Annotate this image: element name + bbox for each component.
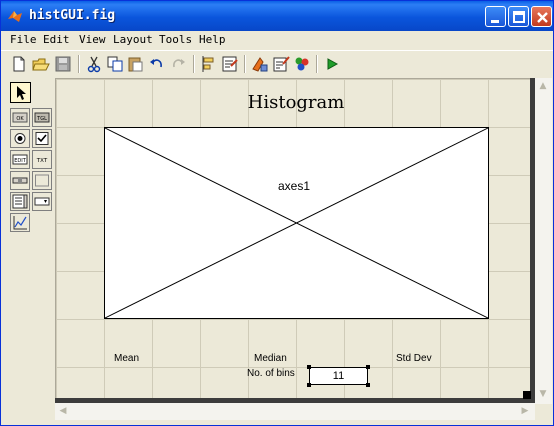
- slider-icon: [12, 177, 28, 184]
- undo-button[interactable]: [147, 54, 167, 74]
- property-inspector-button[interactable]: [292, 54, 312, 74]
- menu-editor-icon: [222, 56, 238, 72]
- selection-handle[interactable]: [366, 365, 370, 369]
- component-palette: OK TGL EDIT TXT: [8, 80, 52, 240]
- close-icon: [537, 12, 548, 23]
- checkbox-tool[interactable]: [32, 129, 52, 148]
- cut-icon: [87, 56, 101, 73]
- bins-label[interactable]: No. of bins: [247, 368, 295, 379]
- toolbar-separator: [244, 55, 246, 73]
- toggle-button-icon: TGL: [34, 112, 50, 123]
- push-button-tool[interactable]: OK: [10, 108, 30, 127]
- static-text-icon: TXT: [36, 158, 48, 164]
- save-button[interactable]: [53, 54, 73, 74]
- title-bar[interactable]: histGUI.fig: [1, 1, 553, 31]
- menu-help[interactable]: Help: [199, 33, 226, 46]
- listbox-icon: [12, 194, 28, 209]
- tab-order-icon: [252, 57, 268, 72]
- radio-button-icon: [14, 133, 26, 144]
- toolbar-separator: [193, 55, 195, 73]
- push-button-icon-label: OK: [16, 116, 24, 122]
- frame-tool[interactable]: [32, 171, 52, 190]
- maximize-icon: [513, 11, 525, 23]
- window-title: histGUI.fig: [29, 8, 116, 23]
- selection-handle[interactable]: [307, 383, 311, 387]
- menu-layout[interactable]: Layout: [113, 33, 153, 46]
- save-icon: [55, 56, 71, 72]
- maximize-button[interactable]: [508, 6, 529, 27]
- std-dev-label[interactable]: Std Dev: [396, 353, 432, 364]
- axes1-placeholder[interactable]: [104, 127, 489, 319]
- run-button[interactable]: [322, 54, 342, 74]
- align-objects-button[interactable]: [199, 54, 219, 74]
- edit-text-icon-label: EDIT: [14, 158, 26, 164]
- axes-tool[interactable]: [10, 213, 30, 232]
- listbox-tool[interactable]: [10, 192, 30, 211]
- edit-text-icon: EDIT: [12, 154, 28, 165]
- minimize-icon: [491, 20, 499, 23]
- cut-button[interactable]: [84, 54, 104, 74]
- mfile-editor-icon: [273, 56, 290, 72]
- checkbox-icon: [35, 132, 49, 145]
- open-button[interactable]: [31, 54, 51, 74]
- scroll-down-icon[interactable]: ▼: [535, 386, 551, 402]
- axes-icon: [13, 216, 27, 230]
- axes-tag-label: axes1: [278, 179, 311, 193]
- mfile-editor-button[interactable]: [271, 54, 291, 74]
- new-icon: [13, 56, 25, 72]
- toolbar: [1, 50, 553, 77]
- toggle-button-icon-label: TGL: [36, 116, 47, 122]
- toggle-button-tool[interactable]: TGL: [32, 108, 52, 127]
- arrow-cursor-icon: [17, 86, 26, 100]
- menu-edit[interactable]: Edit: [43, 33, 70, 46]
- bins-edit-field[interactable]: 11: [309, 367, 368, 385]
- radio-button-tool[interactable]: [10, 129, 30, 148]
- scroll-right-icon[interactable]: ▶: [517, 403, 533, 419]
- push-button-icon: OK: [12, 112, 28, 123]
- popup-menu-tool[interactable]: [32, 192, 52, 211]
- guide-window: histGUI.fig File Edit View Layout Tools …: [0, 0, 554, 426]
- property-inspector-icon: [295, 57, 309, 71]
- selection-handle[interactable]: [307, 365, 311, 369]
- toolbar-separator: [78, 55, 80, 73]
- vertical-scrollbar[interactable]: ▲ ▼: [535, 78, 552, 404]
- menu-tools[interactable]: Tools: [159, 33, 192, 46]
- minimize-button[interactable]: [485, 6, 506, 27]
- axes-placeholder-cross: [105, 128, 488, 318]
- static-text-tool[interactable]: TXT: [32, 150, 52, 169]
- horizontal-scrollbar[interactable]: ◀ ▶: [55, 403, 535, 420]
- align-icon: [202, 56, 214, 72]
- tab-order-button[interactable]: [250, 54, 270, 74]
- menu-bar: File Edit View Layout Tools Help: [1, 31, 553, 50]
- menu-view[interactable]: View: [79, 33, 106, 46]
- static-text-icon-label: TXT: [36, 158, 48, 164]
- close-button[interactable]: [531, 6, 552, 27]
- redo-button[interactable]: [168, 54, 188, 74]
- copy-icon: [107, 56, 123, 72]
- matlab-logo-icon: [8, 11, 22, 22]
- selection-handle[interactable]: [366, 383, 370, 387]
- new-button[interactable]: [9, 54, 29, 74]
- scroll-up-icon[interactable]: ▲: [535, 78, 551, 94]
- select-tool[interactable]: [10, 82, 31, 103]
- frame-icon: [35, 174, 49, 187]
- paste-icon: [128, 57, 143, 72]
- mean-label[interactable]: Mean: [114, 353, 139, 364]
- redo-icon: [173, 59, 185, 68]
- undo-icon: [150, 59, 162, 68]
- slider-tool[interactable]: [10, 171, 30, 190]
- edit-text-tool[interactable]: EDIT: [10, 150, 30, 169]
- paste-button[interactable]: [126, 54, 146, 74]
- median-label[interactable]: Median: [254, 353, 287, 364]
- menu-file[interactable]: File: [10, 33, 37, 46]
- figure-resize-handle[interactable]: [523, 391, 531, 399]
- histogram-title[interactable]: Histogram: [171, 92, 421, 113]
- scroll-left-icon[interactable]: ◀: [55, 403, 71, 419]
- run-icon: [327, 58, 339, 70]
- toolbar-separator: [316, 55, 318, 73]
- open-icon: [32, 58, 50, 71]
- popup-menu-icon: [34, 197, 50, 206]
- copy-button[interactable]: [105, 54, 125, 74]
- menu-editor-button[interactable]: [220, 54, 240, 74]
